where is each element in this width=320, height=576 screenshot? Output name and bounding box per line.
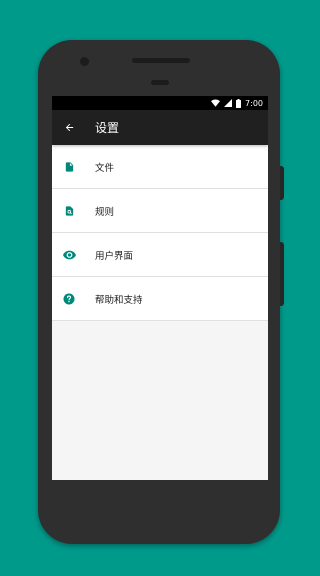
settings-item-label: 用户界面 bbox=[95, 250, 134, 262]
page-title: 设置 bbox=[95, 121, 120, 135]
app-toolbar: 设置 bbox=[52, 110, 268, 145]
wifi-icon bbox=[211, 99, 221, 107]
earpiece bbox=[151, 80, 169, 85]
phone-screen: 7:00 设置 文件 规则 用户界面 帮助和支持 bbox=[52, 96, 268, 480]
settings-list: 文件 规则 用户界面 帮助和支持 bbox=[52, 145, 268, 321]
signal-icon bbox=[224, 99, 233, 107]
back-button[interactable] bbox=[52, 110, 86, 145]
arrow-back-icon bbox=[65, 123, 73, 132]
file-search-icon bbox=[52, 205, 86, 217]
background: 7:00 设置 文件 规则 用户界面 帮助和支持 bbox=[0, 0, 320, 576]
settings-item-help[interactable]: 帮助和支持 bbox=[52, 277, 268, 321]
settings-item-label: 帮助和支持 bbox=[95, 294, 143, 306]
settings-item-files[interactable]: 文件 bbox=[52, 145, 268, 189]
status-bar: 7:00 bbox=[52, 96, 268, 110]
front-camera bbox=[80, 57, 89, 66]
power-button bbox=[280, 166, 284, 200]
settings-item-ui[interactable]: 用户界面 bbox=[52, 233, 268, 277]
settings-item-label: 文件 bbox=[95, 162, 115, 174]
speaker-grille bbox=[132, 58, 190, 63]
volume-button bbox=[280, 242, 284, 306]
eye-icon bbox=[52, 250, 86, 260]
file-icon bbox=[52, 161, 86, 173]
settings-item-rules[interactable]: 规则 bbox=[52, 189, 268, 233]
settings-item-label: 规则 bbox=[95, 206, 115, 218]
help-icon bbox=[52, 293, 86, 305]
status-time: 7:00 bbox=[245, 98, 263, 108]
battery-icon bbox=[236, 98, 242, 108]
